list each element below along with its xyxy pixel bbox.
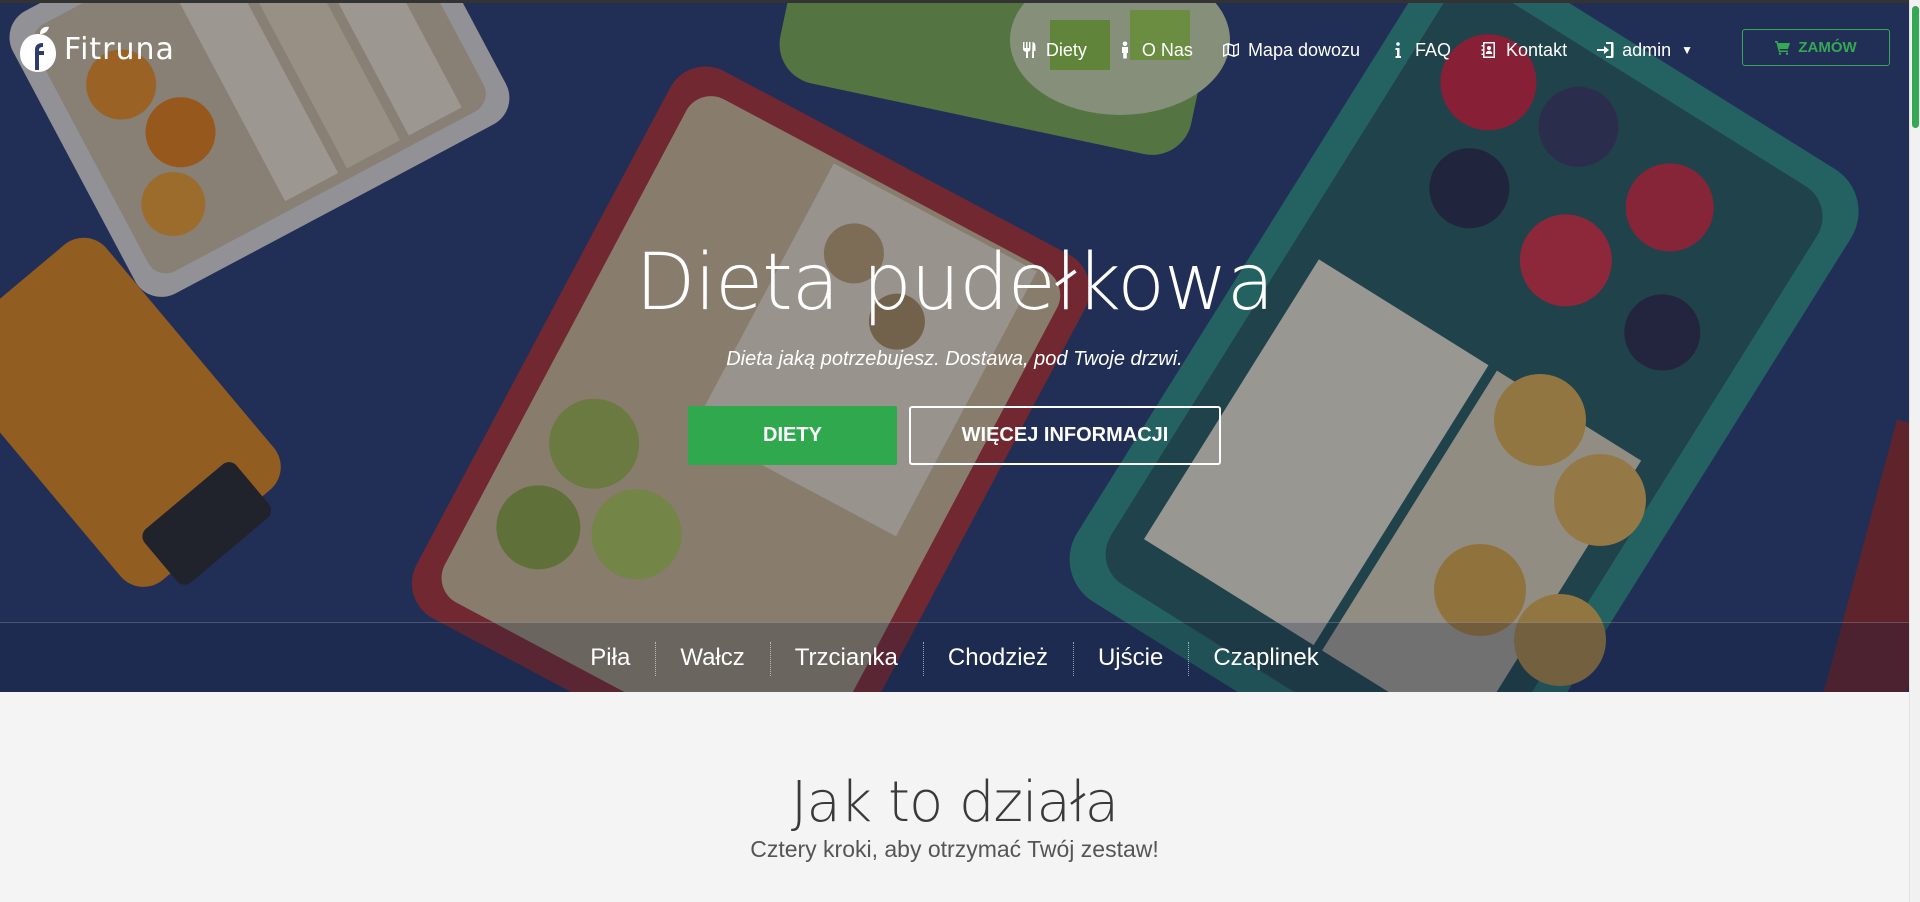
logo-icon: [20, 26, 56, 72]
how-it-works-title: Jak to działa: [790, 770, 1119, 835]
order-button-label: ZAMÓW: [1798, 39, 1857, 56]
nav-item-diety[interactable]: Diety: [1020, 40, 1087, 61]
main-navigation: Diety O Nas Mapa dowozu FAQ Kontakt admi…: [1020, 34, 1722, 66]
hero-subtitle: Dieta jaką potrzebujesz. Dostawa, pod Tw…: [726, 348, 1183, 370]
city-link-pila[interactable]: Piła: [565, 644, 655, 672]
hero-overlay: [0, 0, 1909, 692]
cutlery-icon: [1022, 42, 1036, 58]
page-scrollbar[interactable]: [1909, 0, 1920, 902]
city-link-ujscie[interactable]: Ujście: [1072, 641, 1188, 676]
person-icon: [1121, 41, 1128, 59]
nav-item-mapa-dowozu[interactable]: Mapa dowozu: [1222, 40, 1360, 61]
diety-button[interactable]: DIETY: [688, 406, 897, 465]
city-link-czaplinek[interactable]: Czaplinek: [1188, 641, 1343, 676]
hero-title: Dieta pudełkowa: [635, 238, 1274, 328]
info-icon: [1395, 42, 1402, 58]
brand-logo[interactable]: Fitruna: [18, 26, 175, 72]
how-it-works-subtitle: Cztery kroki, aby otrzymać Twój zestaw!: [750, 836, 1159, 862]
map-icon: [1222, 43, 1239, 57]
order-button[interactable]: ZAMÓW: [1742, 29, 1890, 66]
nav-item-faq[interactable]: FAQ: [1389, 40, 1451, 61]
top-border: [0, 0, 1909, 3]
sign-in-icon: [1597, 42, 1614, 58]
hero-section: Fitruna Diety O Nas Mapa dowozu FAQ Kont…: [0, 0, 1909, 692]
city-link-walcz[interactable]: Wałcz: [655, 641, 769, 676]
nav-item-admin-dropdown[interactable]: admin ▼: [1596, 40, 1693, 61]
more-info-button[interactable]: WIĘCEJ INFORMACJI: [909, 406, 1221, 465]
nav-item-kontakt[interactable]: Kontakt: [1480, 40, 1567, 61]
nav-item-o-nas[interactable]: O Nas: [1116, 40, 1193, 61]
nav-label-o-nas: O Nas: [1141, 39, 1193, 60]
cart-icon: [1775, 41, 1791, 55]
address-book-icon: [1481, 42, 1496, 58]
nav-label-admin: admin: [1622, 39, 1672, 60]
city-link-trzcianka[interactable]: Trzcianka: [769, 641, 923, 676]
chevron-down-icon: ▼: [1681, 43, 1693, 57]
nav-label-kontakt: Kontakt: [1506, 39, 1568, 60]
nav-label-diety: Diety: [1045, 39, 1087, 60]
scrollbar-thumb[interactable]: [1912, 6, 1919, 128]
city-link-chodziez[interactable]: Chodzież: [922, 641, 1073, 676]
cities-bar: Piła Wałcz Trzcianka Chodzież Ujście Cza…: [0, 622, 1909, 692]
brand-name: Fitruna: [64, 31, 175, 67]
nav-label-mapa-dowozu: Mapa dowozu: [1247, 39, 1361, 60]
nav-label-faq: FAQ: [1415, 39, 1452, 60]
